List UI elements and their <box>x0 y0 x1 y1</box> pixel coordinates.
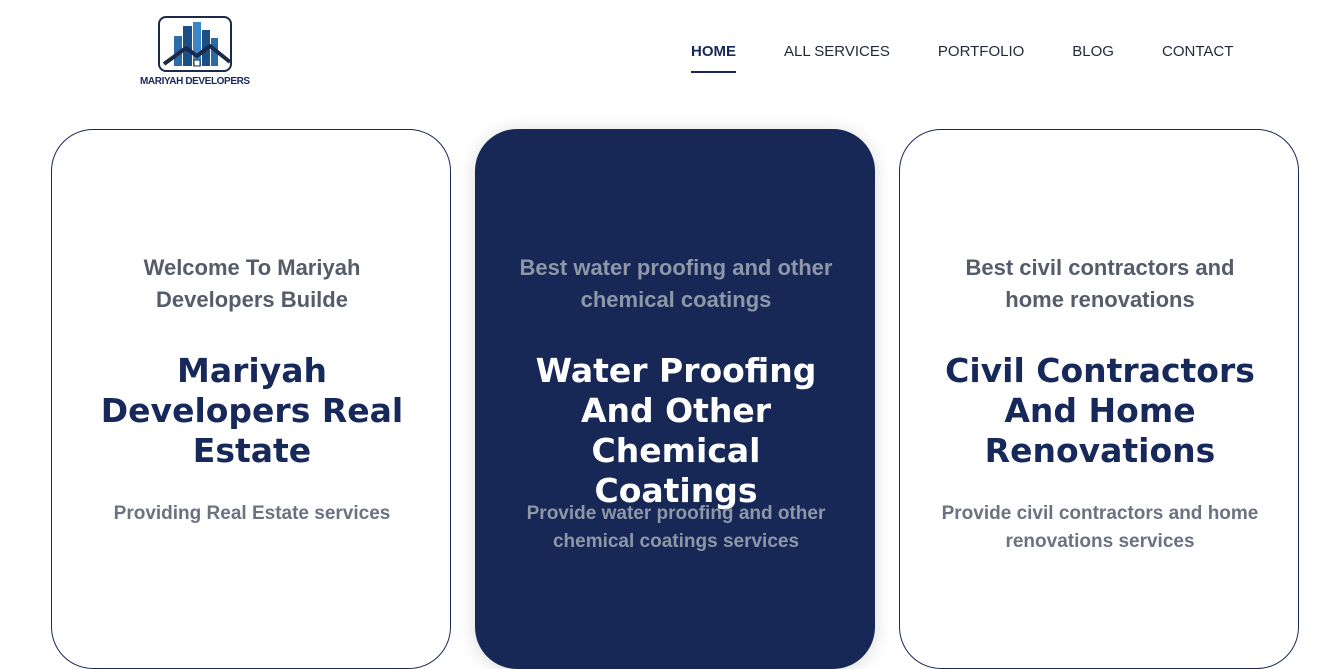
card-title: Mariyah Developers Real Estate <box>100 351 404 470</box>
main-nav: HOME ALL SERVICES PORTFOLIO BLOG CONTACT <box>691 42 1281 73</box>
logo[interactable]: MARIYAH DEVELOPERS <box>140 16 254 92</box>
card-description: Provide water proofing and other chemica… <box>526 503 826 552</box>
building-logo-icon <box>158 16 232 72</box>
nav-home[interactable]: HOME <box>691 42 736 73</box>
service-card-real-estate[interactable]: Welcome To Mariyah Developers Builde Mar… <box>51 129 451 669</box>
card-title: Civil Contractors And Home Renovations <box>945 351 1255 470</box>
nav-portfolio[interactable]: PORTFOLIO <box>938 42 1024 73</box>
card-subtitle: Welcome To Mariyah Developers Builde <box>143 255 361 312</box>
site-header: MARIYAH DEVELOPERS HOME ALL SERVICES POR… <box>0 0 1343 110</box>
card-description: Provide civil contractors and home renov… <box>941 503 1259 552</box>
service-card-civil-contractors[interactable]: Best civil contractors and home renovati… <box>899 129 1299 669</box>
service-card-water-proofing[interactable]: Best water proofing and other chemical c… <box>475 129 875 669</box>
nav-contact[interactable]: CONTACT <box>1162 42 1233 73</box>
card-title: Water Proofing And Other Chemical Coatin… <box>535 351 817 510</box>
card-description: Providing Real Estate services <box>113 503 391 524</box>
logo-text: MARIYAH DEVELOPERS <box>140 76 250 87</box>
nav-blog[interactable]: BLOG <box>1072 42 1114 73</box>
card-subtitle: Best civil contractors and home renovati… <box>965 255 1235 312</box>
nav-all-services[interactable]: ALL SERVICES <box>784 42 890 73</box>
card-subtitle: Best water proofing and other chemical c… <box>519 255 833 312</box>
